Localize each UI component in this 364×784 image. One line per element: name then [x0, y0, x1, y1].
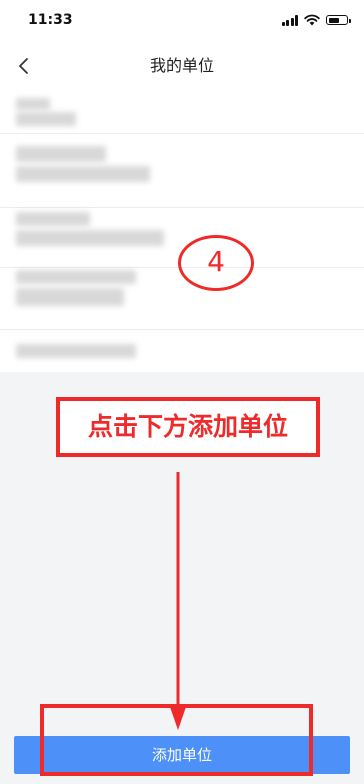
redacted-text: [16, 288, 124, 306]
status-icons: [281, 13, 351, 27]
status-bar: 11:33: [0, 0, 364, 44]
list-item-unit-5[interactable]: [0, 330, 364, 372]
redacted-text: [16, 146, 106, 162]
instruction-callout: 点击下方添加单位: [56, 397, 320, 457]
add-unit-button[interactable]: 添加单位: [14, 736, 350, 774]
wifi-icon: [304, 14, 320, 26]
list-item-unit-2[interactable]: [0, 134, 364, 208]
redacted-text: [16, 98, 50, 110]
cellular-signal-icon: [281, 14, 298, 26]
battery-icon: [326, 15, 351, 25]
redacted-text: [16, 212, 90, 226]
navigation-bar: 我的单位: [0, 44, 364, 88]
redacted-text: [16, 166, 150, 182]
status-time: 11:33: [28, 12, 73, 28]
redacted-text: [16, 270, 136, 284]
step-number-marker: 4: [178, 235, 254, 291]
page-title: 我的单位: [149, 56, 214, 75]
redacted-text: [16, 344, 136, 358]
list-item-unit-4[interactable]: [0, 268, 364, 330]
redacted-text: [16, 112, 76, 126]
redacted-text: [16, 230, 164, 246]
unit-list: [0, 88, 364, 372]
list-item-unit-1[interactable]: [0, 88, 364, 134]
